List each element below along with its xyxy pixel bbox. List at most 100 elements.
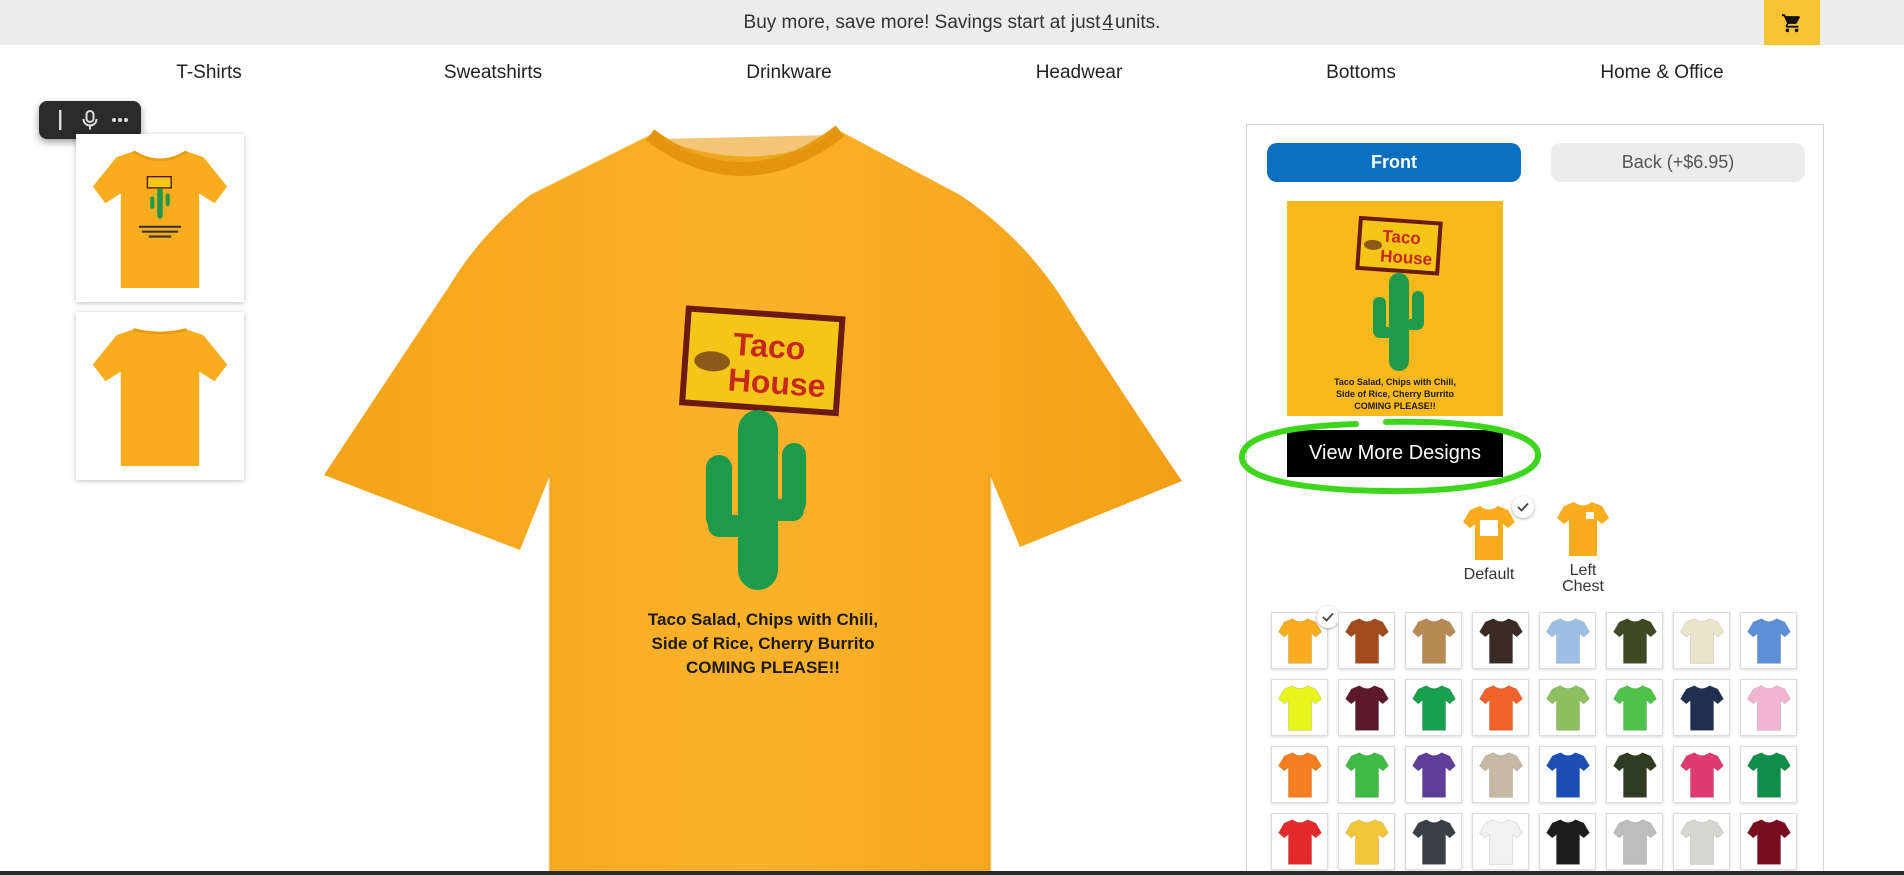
promo-text-end: units. — [1115, 11, 1161, 33]
color-swatch[interactable] — [1405, 612, 1462, 669]
design-caption-line3: COMING PLEASE!! — [686, 658, 840, 677]
tshirt-color-icon — [1679, 617, 1724, 664]
nav-home-office[interactable]: Home & Office — [1600, 62, 1723, 84]
tshirt-color-icon — [1344, 684, 1389, 731]
color-swatch[interactable] — [1606, 679, 1663, 736]
color-swatch[interactable] — [1539, 612, 1596, 669]
promo-bar: Buy more, save more! Savings start at ju… — [0, 0, 1904, 45]
thumbnail-back[interactable] — [76, 312, 244, 480]
more-icon[interactable] — [108, 108, 132, 132]
placement-default[interactable]: Default — [1454, 504, 1524, 583]
shirt-back-thumbnail — [92, 328, 228, 466]
tshirt-color-icon — [1679, 684, 1724, 731]
nav-sweatshirts[interactable]: Sweatshirts — [444, 62, 542, 84]
placement-default-shirt-icon — [1463, 506, 1515, 560]
color-swatch[interactable] — [1539, 746, 1596, 803]
tshirt-color-icon — [1612, 684, 1657, 731]
tshirt-color-icon — [1411, 818, 1456, 865]
tshirt-image: Taco House Taco Salad, Chips with Chili,… — [324, 125, 1182, 875]
design-sign-line2: House — [727, 361, 827, 404]
back-side-button[interactable]: Back (+$6.95) — [1551, 143, 1805, 182]
color-swatch[interactable] — [1740, 679, 1797, 736]
tshirt-color-icon — [1277, 684, 1322, 731]
color-swatch[interactable] — [1606, 813, 1663, 870]
color-swatch[interactable] — [1740, 746, 1797, 803]
preview-sign-line1: Taco — [1382, 227, 1422, 249]
tshirt-color-icon — [1746, 684, 1791, 731]
color-swatch[interactable] — [1539, 679, 1596, 736]
design-caption-line1: Taco Salad, Chips with Chili, — [648, 610, 878, 629]
color-swatch[interactable] — [1539, 813, 1596, 870]
product-preview: Taco House Taco Salad, Chips with Chili,… — [320, 125, 1190, 875]
tshirt-color-icon — [1545, 818, 1590, 865]
tshirt-color-icon — [1612, 751, 1657, 798]
color-swatch[interactable] — [1271, 746, 1328, 803]
color-swatch[interactable] — [1472, 679, 1529, 736]
color-swatch[interactable] — [1606, 612, 1663, 669]
color-swatch[interactable] — [1472, 612, 1529, 669]
shirt-front-thumbnail — [92, 150, 228, 288]
color-swatch[interactable] — [1673, 679, 1730, 736]
tshirt-color-icon — [1411, 617, 1456, 664]
preview-caption-line1: Taco Salad, Chips with Chili, — [1334, 377, 1456, 387]
tshirt-color-icon — [1612, 617, 1657, 664]
front-side-button[interactable]: Front — [1267, 143, 1521, 182]
nav-tshirts[interactable]: T-Shirts — [176, 62, 241, 84]
text-cursor-icon[interactable] — [48, 108, 72, 132]
tshirt-color-icon — [1612, 818, 1657, 865]
nav-drinkware[interactable]: Drinkware — [746, 62, 832, 84]
preview-sign-line2: House — [1380, 246, 1433, 269]
color-swatch[interactable] — [1740, 813, 1797, 870]
color-swatch[interactable] — [1472, 813, 1529, 870]
cart-button[interactable] — [1764, 0, 1820, 45]
color-swatch[interactable] — [1673, 813, 1730, 870]
tshirt-color-icon — [1746, 818, 1791, 865]
tshirt-color-icon — [1277, 818, 1322, 865]
placement-left-chest-label: Left Chest — [1562, 562, 1604, 595]
tshirt-color-icon — [1277, 617, 1322, 664]
microphone-icon[interactable] — [78, 108, 102, 132]
tshirt-color-icon — [1679, 751, 1724, 798]
nav-bottoms[interactable]: Bottoms — [1326, 62, 1396, 84]
category-nav: T-Shirts Sweatshirts Drinkware Headwear … — [0, 62, 1904, 92]
design-sign-line1: Taco — [732, 326, 807, 367]
promo-units[interactable]: 4 — [1102, 12, 1113, 34]
placement-left-chest[interactable]: Left Chest — [1548, 500, 1618, 595]
color-swatch[interactable] — [1338, 813, 1395, 870]
tshirt-color-icon — [1344, 751, 1389, 798]
promo-text: Buy more, save more! Savings start at ju… — [743, 11, 1101, 33]
color-swatch[interactable] — [1338, 612, 1395, 669]
color-swatch[interactable] — [1271, 679, 1328, 736]
color-swatch[interactable] — [1338, 679, 1395, 736]
tshirt-color-icon — [1344, 617, 1389, 664]
color-swatch[interactable] — [1405, 746, 1462, 803]
selected-color-check-icon — [1317, 606, 1339, 628]
tshirt-color-icon — [1679, 818, 1724, 865]
tshirt-color-icon — [1411, 751, 1456, 798]
design-thumbnail: Taco House Taco Salad, Chips with Chili,… — [1334, 215, 1456, 411]
tshirt-color-icon — [1545, 751, 1590, 798]
design-preview[interactable]: Taco House Taco Salad, Chips with Chili,… — [1287, 201, 1503, 416]
placement-selected-check-icon — [1512, 496, 1534, 518]
preview-caption-line2: Side of Rice, Cherry Burrito — [1336, 389, 1455, 399]
placement-left-chest-shirt-icon — [1557, 502, 1609, 556]
design-caption-line2: Side of Rice, Cherry Burrito — [652, 634, 875, 653]
color-swatch[interactable] — [1606, 746, 1663, 803]
color-swatch[interactable] — [1405, 813, 1462, 870]
nav-headwear[interactable]: Headwear — [1036, 62, 1123, 84]
color-swatch[interactable] — [1338, 746, 1395, 803]
tshirt-color-icon — [1478, 617, 1523, 664]
tshirt-color-icon — [1344, 818, 1389, 865]
color-swatch[interactable] — [1472, 746, 1529, 803]
thumbnail-front[interactable] — [76, 134, 244, 302]
placement-default-label: Default — [1463, 566, 1515, 583]
preview-caption-line3: COMING PLEASE!! — [1354, 401, 1436, 411]
tshirt-color-icon — [1746, 617, 1791, 664]
color-swatch[interactable] — [1405, 679, 1462, 736]
view-more-designs-button[interactable]: View More Designs — [1287, 430, 1503, 477]
color-swatch[interactable] — [1673, 612, 1730, 669]
color-swatch[interactable] — [1740, 612, 1797, 669]
color-swatch[interactable] — [1673, 746, 1730, 803]
color-swatch[interactable] — [1271, 813, 1328, 870]
tshirt-color-icon — [1478, 818, 1523, 865]
